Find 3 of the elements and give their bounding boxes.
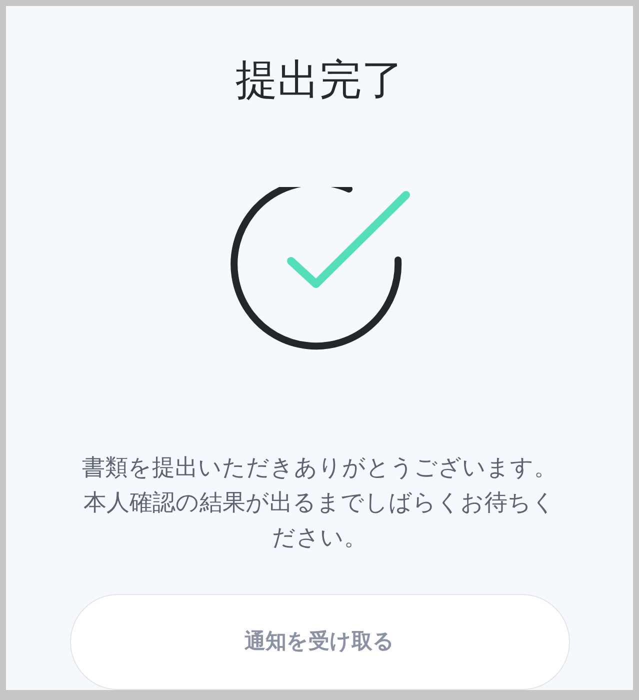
page-title: 提出完了 — [236, 54, 404, 106]
receive-notifications-button[interactable]: 通知を受け取る — [70, 594, 570, 690]
confirmation-message: 書類を提出いただきありがとうございます。本人確認の結果が出るまでしばらくお待ちください。 — [81, 454, 558, 553]
